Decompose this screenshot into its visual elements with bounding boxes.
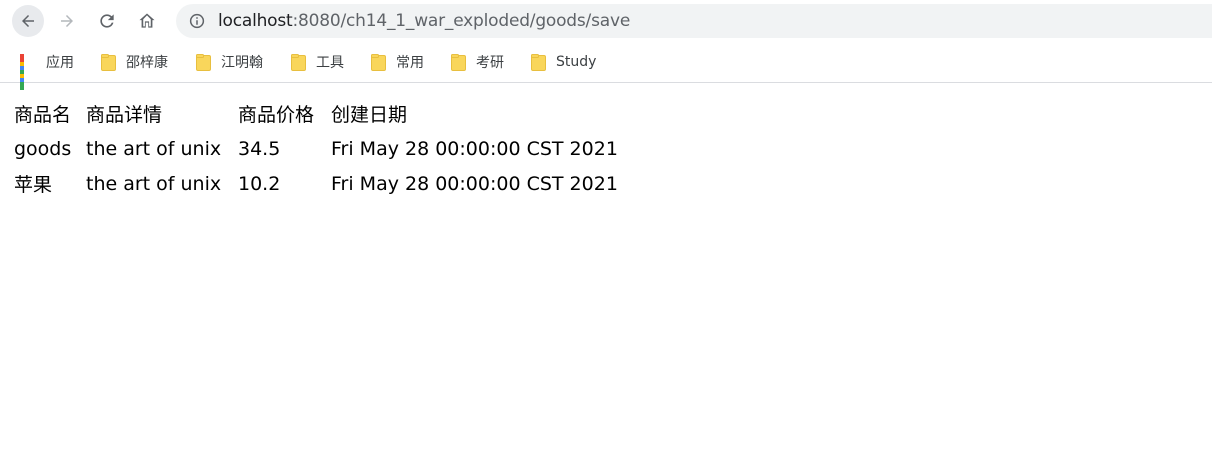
bookmark-folder-1[interactable]: 邵梓康	[101, 52, 168, 72]
page-content: 商品名 商品详情 商品价格 创建日期 goods the art of unix…	[14, 96, 663, 201]
folder-icon	[451, 53, 466, 71]
cell-create-date: Fri May 28 00:00:00 CST 2021	[331, 137, 618, 160]
bookmark-label: 江明翰	[221, 55, 263, 71]
folder-icon	[371, 53, 386, 71]
bookmarks-bar: 应用 邵梓康 江明翰 工具 常用 考研 Study	[0, 42, 1212, 90]
home-icon	[139, 13, 155, 28]
cell-goods-price: 10.2	[238, 172, 281, 195]
table-header-row: 商品名 商品详情 商品价格 创建日期	[14, 96, 663, 131]
table-row: goods the art of unix 34.5 Fri May 28 00…	[14, 131, 663, 166]
forward-button[interactable]	[51, 5, 83, 37]
reload-icon	[100, 14, 114, 28]
url-host: localhost	[218, 11, 293, 31]
url-path: :8080/ch14_1_war_exploded/goods/save	[292, 11, 631, 31]
bookmark-label: 工具	[316, 55, 344, 71]
bookmark-folder-6[interactable]: Study	[531, 52, 596, 72]
arrow-right-icon	[61, 15, 73, 27]
bookmark-label: 应用	[46, 55, 74, 71]
header-create-date: 创建日期	[331, 104, 408, 126]
bookmark-apps[interactable]: 应用	[20, 52, 74, 90]
back-button[interactable]	[12, 5, 44, 37]
cell-create-date: Fri May 28 00:00:00 CST 2021	[331, 172, 618, 195]
cell-goods-name: goods	[14, 137, 72, 160]
home-button[interactable]	[131, 5, 163, 37]
cell-goods-detail: the art of unix	[86, 172, 222, 195]
url-text[interactable]: localhost:8080/ch14_1_war_exploded/goods…	[218, 11, 630, 31]
goods-table: 商品名 商品详情 商品价格 创建日期 goods the art of unix…	[14, 96, 663, 201]
bookmark-label: 邵梓康	[126, 55, 168, 71]
cell-goods-detail: the art of unix	[86, 137, 222, 160]
bookmark-folder-5[interactable]: 考研	[451, 52, 504, 72]
info-icon[interactable]	[188, 12, 206, 30]
bookmark-folder-3[interactable]: 工具	[291, 52, 344, 72]
arrow-left-icon	[22, 15, 34, 27]
folder-icon	[196, 53, 211, 71]
cell-goods-price: 34.5	[238, 137, 281, 160]
table-row: 苹果 the art of unix 10.2 Fri May 28 00:00…	[14, 166, 663, 201]
header-goods-name: 商品名	[14, 104, 72, 126]
bookmark-label: 考研	[476, 55, 504, 71]
cell-goods-name: 苹果	[14, 174, 53, 196]
bookmark-label: 常用	[396, 55, 424, 71]
apps-grid-icon	[20, 54, 36, 90]
bookmark-folder-2[interactable]: 江明翰	[196, 52, 263, 72]
bookmark-label: Study	[556, 54, 597, 70]
bookmark-folder-4[interactable]: 常用	[371, 52, 424, 72]
header-goods-price: 商品价格	[238, 104, 315, 126]
header-goods-detail: 商品详情	[86, 104, 163, 126]
reload-button[interactable]	[91, 5, 123, 37]
folder-icon	[291, 53, 306, 71]
address-bar[interactable]: localhost:8080/ch14_1_war_exploded/goods…	[176, 4, 1212, 38]
folder-icon	[531, 53, 546, 71]
browser-toolbar: localhost:8080/ch14_1_war_exploded/goods…	[0, 0, 1212, 42]
folder-icon	[101, 53, 116, 71]
